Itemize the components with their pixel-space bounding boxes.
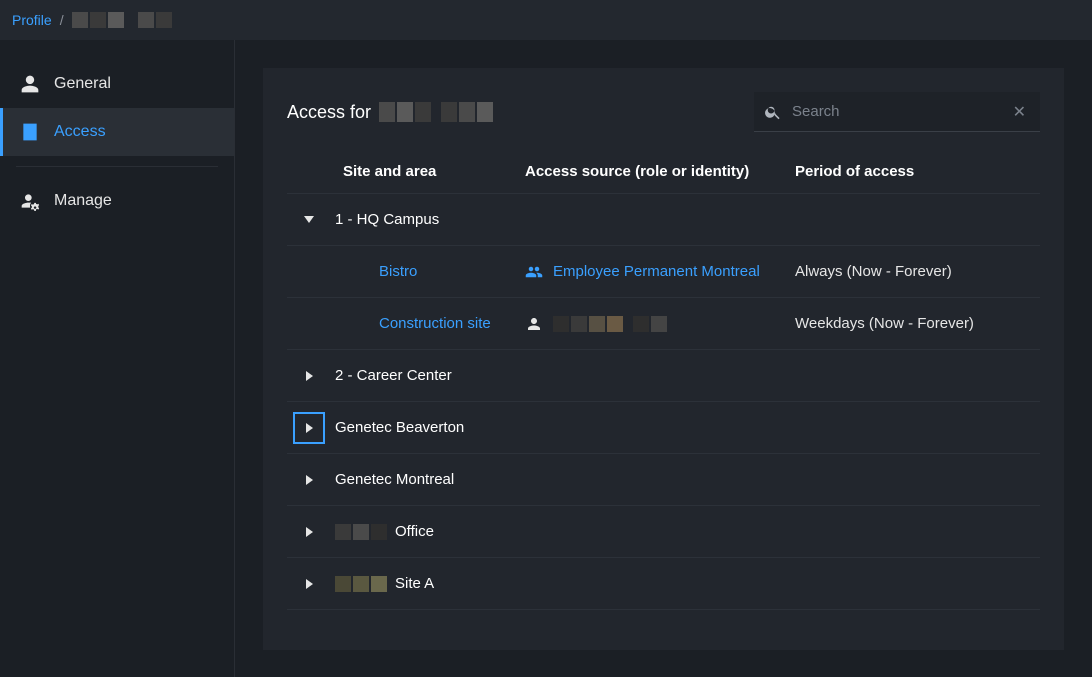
- breadcrumb-separator: /: [60, 12, 64, 28]
- sidebar-item-general[interactable]: General: [0, 60, 234, 108]
- person-icon: [20, 74, 40, 94]
- expand-toggle[interactable]: [295, 466, 323, 494]
- table-header: Site and area Access source (role or ide…: [287, 150, 1040, 194]
- area-row-construction[interactable]: Construction site Weekdays (Now - Foreve…: [287, 298, 1040, 350]
- chevron-down-icon: [304, 216, 314, 223]
- sidebar-item-label: General: [54, 75, 111, 93]
- search-input[interactable]: [782, 103, 1009, 120]
- access-source: [525, 315, 795, 333]
- area-link[interactable]: Bistro: [335, 263, 525, 280]
- access-source[interactable]: Employee Permanent Montreal: [525, 263, 795, 281]
- clear-search-button[interactable]: ✕: [1009, 98, 1030, 126]
- site-row-site-a[interactable]: Site A: [287, 558, 1040, 610]
- site-row-beaverton[interactable]: Genetec Beaverton: [287, 402, 1040, 454]
- person-icon: [525, 315, 543, 333]
- panel-title-prefix: Access for: [287, 102, 371, 123]
- breadcrumb-identity-redacted: [72, 12, 172, 28]
- breadcrumb-root[interactable]: Profile: [12, 12, 52, 28]
- group-icon: [525, 263, 543, 281]
- site-label: Genetec Beaverton: [335, 419, 525, 436]
- identity-redacted: [553, 316, 667, 332]
- site-label-text: Site A: [395, 575, 434, 592]
- chevron-right-icon: [306, 579, 313, 589]
- search-icon: [764, 103, 782, 121]
- panel-title: Access for: [287, 102, 493, 123]
- search-field[interactable]: ✕: [754, 92, 1040, 132]
- area-link[interactable]: Construction site: [335, 315, 525, 332]
- person-gear-icon: [20, 191, 40, 211]
- sidebar-item-label: Manage: [54, 192, 112, 210]
- access-panel: Access for ✕ Site and area Access source…: [263, 68, 1064, 650]
- chevron-right-icon: [306, 475, 313, 485]
- site-label-text: Office: [395, 523, 434, 540]
- building-icon: [20, 122, 40, 142]
- chevron-right-icon: [306, 527, 313, 537]
- sidebar: General Access Manage: [0, 40, 235, 677]
- expand-toggle[interactable]: [295, 570, 323, 598]
- site-row-office[interactable]: Office: [287, 506, 1040, 558]
- panel-title-identity-redacted: [379, 102, 493, 122]
- site-label: 2 - Career Center: [335, 367, 525, 384]
- chevron-right-icon: [306, 423, 313, 433]
- sidebar-item-access[interactable]: Access: [0, 108, 234, 156]
- expand-toggle[interactable]: [295, 518, 323, 546]
- site-label: Office: [335, 523, 525, 540]
- sidebar-divider: [16, 166, 218, 167]
- column-header-source: Access source (role or identity): [525, 163, 795, 180]
- access-period: Weekdays (Now - Forever): [795, 315, 1040, 332]
- sidebar-item-manage[interactable]: Manage: [0, 177, 234, 225]
- breadcrumb: Profile /: [0, 0, 1092, 40]
- column-header-site: Site and area: [287, 163, 525, 180]
- access-source-label: Employee Permanent Montreal: [553, 263, 760, 280]
- site-row-montreal[interactable]: Genetec Montreal: [287, 454, 1040, 506]
- site-row-hq-campus[interactable]: 1 - HQ Campus: [287, 194, 1040, 246]
- site-label: 1 - HQ Campus: [335, 211, 525, 228]
- site-row-career-center[interactable]: 2 - Career Center: [287, 350, 1040, 402]
- site-prefix-redacted: [335, 576, 387, 592]
- site-label: Genetec Montreal: [335, 471, 525, 488]
- column-header-period: Period of access: [795, 163, 1040, 180]
- expand-toggle[interactable]: [295, 362, 323, 390]
- site-label: Site A: [335, 575, 525, 592]
- site-prefix-redacted: [335, 524, 387, 540]
- sidebar-item-label: Access: [54, 123, 106, 141]
- expand-toggle[interactable]: [295, 414, 323, 442]
- area-row-bistro[interactable]: Bistro Employee Permanent Montreal Alway…: [287, 246, 1040, 298]
- main-content: Access for ✕ Site and area Access source…: [235, 40, 1092, 677]
- expand-toggle[interactable]: [295, 206, 323, 234]
- access-period: Always (Now - Forever): [795, 263, 1040, 280]
- chevron-right-icon: [306, 371, 313, 381]
